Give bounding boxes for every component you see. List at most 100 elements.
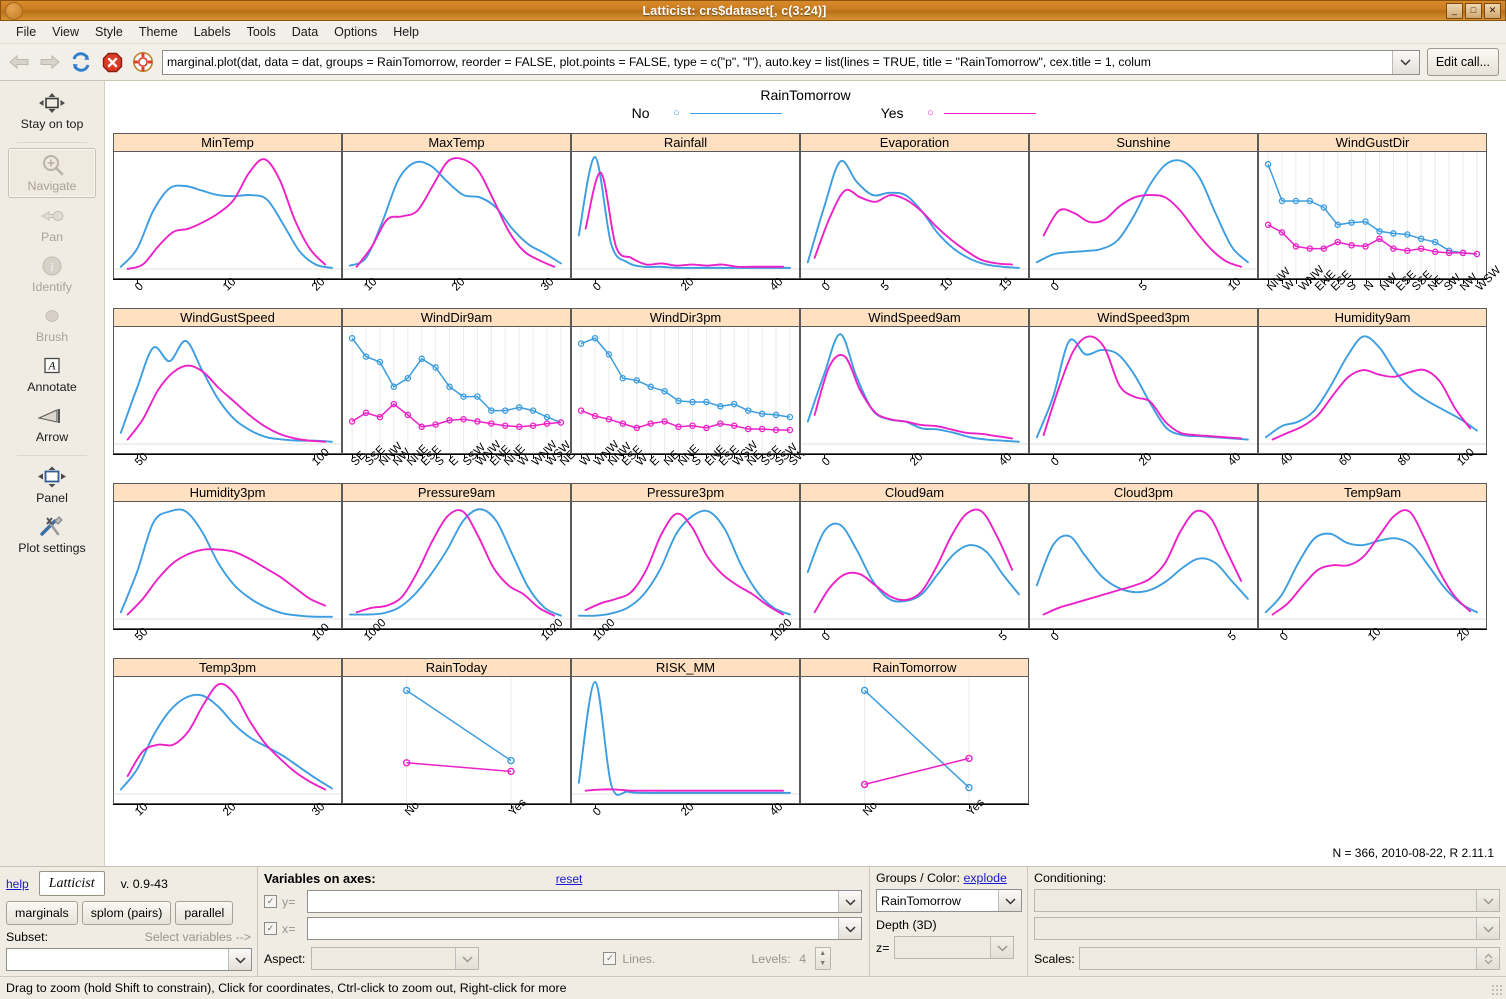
- x-variable-combo[interactable]: [307, 917, 862, 940]
- plot-panel[interactable]: WindDir3pm W WNW NNW ESE W E NE NNE S ENE ESE WSW NE S…: [571, 308, 808, 496]
- parallel-button[interactable]: parallel: [175, 901, 234, 925]
- sidebar-item-identify[interactable]: i Identify: [9, 250, 95, 298]
- plot-panel[interactable]: Humidity9am 40 60 80 100: [1258, 308, 1487, 496]
- panel-plot-region[interactable]: [113, 676, 342, 804]
- scales-combo[interactable]: [1078, 947, 1500, 970]
- sidebar-item-annotate[interactable]: A Annotate: [9, 350, 95, 398]
- panel-plot-region[interactable]: [571, 501, 800, 629]
- lines-checkbox[interactable]: ✓: [603, 952, 617, 965]
- back-arrow-icon[interactable]: [7, 50, 31, 74]
- plot-panel[interactable]: Rainfall 0 20 40: [571, 133, 800, 321]
- panel-plot-region[interactable]: [1029, 326, 1258, 454]
- sidebar-item-stay-on-top[interactable]: Stay on top: [9, 87, 95, 135]
- plot-panel[interactable]: Sunshine 0 5 10: [1029, 133, 1258, 321]
- panel-plot-region[interactable]: [1029, 151, 1258, 279]
- resize-grip[interactable]: [1491, 984, 1503, 996]
- panel-plot-region[interactable]: [800, 676, 1029, 804]
- conditioning-2-chevron-down-icon[interactable]: [1476, 918, 1499, 939]
- conditioning-combo-1[interactable]: [1034, 889, 1500, 912]
- conditioning-combo-2[interactable]: [1034, 917, 1500, 940]
- menu-data[interactable]: Data: [284, 23, 326, 41]
- call-expression-input[interactable]: [163, 55, 1392, 69]
- plot-panel[interactable]: Evaporation 0 5 10 15: [800, 133, 1029, 321]
- subset-chevron-down-icon[interactable]: [228, 949, 251, 970]
- panel-plot-region[interactable]: [1258, 326, 1487, 454]
- splom-pairs-button[interactable]: splom (pairs): [81, 901, 172, 925]
- plot-panel[interactable]: WindSpeed3pm 0 20 40: [1029, 308, 1258, 496]
- panel-plot-region[interactable]: [1258, 501, 1487, 629]
- plot-panel[interactable]: WindDir9am SE SSE NNW NW NNE ESE S E SSW WNW ENE NNE…: [342, 308, 578, 496]
- menu-labels[interactable]: Labels: [186, 23, 239, 41]
- plot-panel[interactable]: MinTemp 0 10 20: [113, 133, 342, 321]
- menu-view[interactable]: View: [44, 23, 87, 41]
- sidebar-item-arrow[interactable]: Arrow: [9, 400, 95, 448]
- menu-help[interactable]: Help: [385, 23, 427, 41]
- panel-plot-region[interactable]: [571, 676, 800, 804]
- sidebar-item-pan[interactable]: Pan: [9, 200, 95, 248]
- panel-plot-region[interactable]: [1258, 151, 1487, 279]
- panel-plot-region[interactable]: [800, 326, 1029, 454]
- plot-panel[interactable]: Pressure9am 1000 1020: [342, 483, 571, 671]
- groups-variable-combo[interactable]: RainTomorrow: [876, 889, 1022, 912]
- y-variable-combo[interactable]: [307, 890, 862, 913]
- stop-icon[interactable]: [100, 50, 124, 74]
- aspect-chevron-down-icon[interactable]: [455, 948, 479, 969]
- menu-style[interactable]: Style: [87, 23, 131, 41]
- latticist-brand-button[interactable]: Latticist: [38, 871, 105, 896]
- minimize-button[interactable]: _: [1446, 2, 1463, 19]
- y-enabled-checkbox[interactable]: ✓: [264, 895, 277, 908]
- z-chevron-down-icon[interactable]: [990, 937, 1014, 958]
- x-enabled-checkbox[interactable]: ✓: [264, 922, 277, 935]
- plot-canvas[interactable]: RainTomorrow No ○ Yes ○ MinTemp 0 10 20 MaxT…: [105, 81, 1506, 866]
- menu-tools[interactable]: Tools: [239, 23, 284, 41]
- refresh-icon[interactable]: [69, 50, 93, 74]
- plot-panel[interactable]: Temp3pm 10 20 30: [113, 658, 342, 846]
- plot-panel[interactable]: RainToday No Yes: [342, 658, 571, 846]
- explode-link[interactable]: explode: [963, 871, 1006, 885]
- plot-panel[interactable]: WindSpeed9am 0 20 40: [800, 308, 1029, 496]
- maximize-button[interactable]: □: [1465, 2, 1482, 19]
- plot-panel[interactable]: WindGustDir NNW W WNW ENE ESE S N NW ESE SSE NE SW NW…: [1258, 133, 1503, 321]
- reset-link[interactable]: reset: [556, 872, 583, 886]
- plot-panel[interactable]: Temp9am 0 10 20: [1258, 483, 1487, 671]
- panel-plot-region[interactable]: [113, 151, 342, 279]
- levels-stepper[interactable]: ▲ ▼: [814, 947, 831, 970]
- plot-panel[interactable]: MaxTemp 10 20 30: [342, 133, 571, 321]
- groups-chevron-down-icon[interactable]: [998, 890, 1021, 911]
- panel-plot-region[interactable]: [113, 326, 342, 454]
- x-chevron-down-icon[interactable]: [838, 918, 861, 939]
- panel-plot-region[interactable]: [342, 501, 571, 629]
- plot-panel[interactable]: Humidity3pm 50 100: [113, 483, 342, 671]
- panel-plot-region[interactable]: [800, 501, 1029, 629]
- panel-plot-region[interactable]: [800, 151, 1029, 279]
- plot-panel[interactable]: Cloud3pm 0 5: [1029, 483, 1258, 671]
- sidebar-item-navigate[interactable]: Navigate: [8, 148, 96, 198]
- marginals-button[interactable]: marginals: [6, 901, 78, 925]
- scales-stepper-icon[interactable]: [1476, 948, 1499, 969]
- panel-plot-region[interactable]: [342, 326, 571, 454]
- forward-arrow-icon[interactable]: [38, 50, 62, 74]
- menu-file[interactable]: File: [8, 23, 44, 41]
- plot-panel[interactable]: Cloud9am 0 5: [800, 483, 1029, 671]
- panel-plot-region[interactable]: [113, 501, 342, 629]
- help-lifering-icon[interactable]: [131, 50, 155, 74]
- menu-theme[interactable]: Theme: [131, 23, 186, 41]
- window-buttons[interactable]: _ □ ✕: [1446, 2, 1501, 19]
- edit-call-button[interactable]: Edit call...: [1426, 48, 1499, 76]
- aspect-combo[interactable]: [311, 947, 480, 970]
- menu-options[interactable]: Options: [326, 23, 385, 41]
- z-variable-combo[interactable]: [894, 936, 1015, 959]
- sidebar-item-plot-settings[interactable]: Plot settings: [9, 511, 95, 559]
- sidebar-item-panel[interactable]: Panel: [9, 461, 95, 509]
- sidebar-item-brush[interactable]: Brush: [9, 300, 95, 348]
- y-chevron-down-icon[interactable]: [838, 891, 861, 912]
- close-button[interactable]: ✕: [1484, 2, 1501, 19]
- call-history-dropdown[interactable]: [1391, 50, 1419, 74]
- help-link[interactable]: help: [6, 877, 29, 891]
- plot-panel[interactable]: WindGustSpeed 50 100: [113, 308, 342, 496]
- plot-panel[interactable]: RISK_MM 0 20 40: [571, 658, 800, 846]
- panel-plot-region[interactable]: [571, 326, 800, 454]
- panel-plot-region[interactable]: [342, 676, 571, 804]
- conditioning-1-chevron-down-icon[interactable]: [1476, 890, 1499, 911]
- plot-panel[interactable]: Pressure3pm 1000 1020: [571, 483, 800, 671]
